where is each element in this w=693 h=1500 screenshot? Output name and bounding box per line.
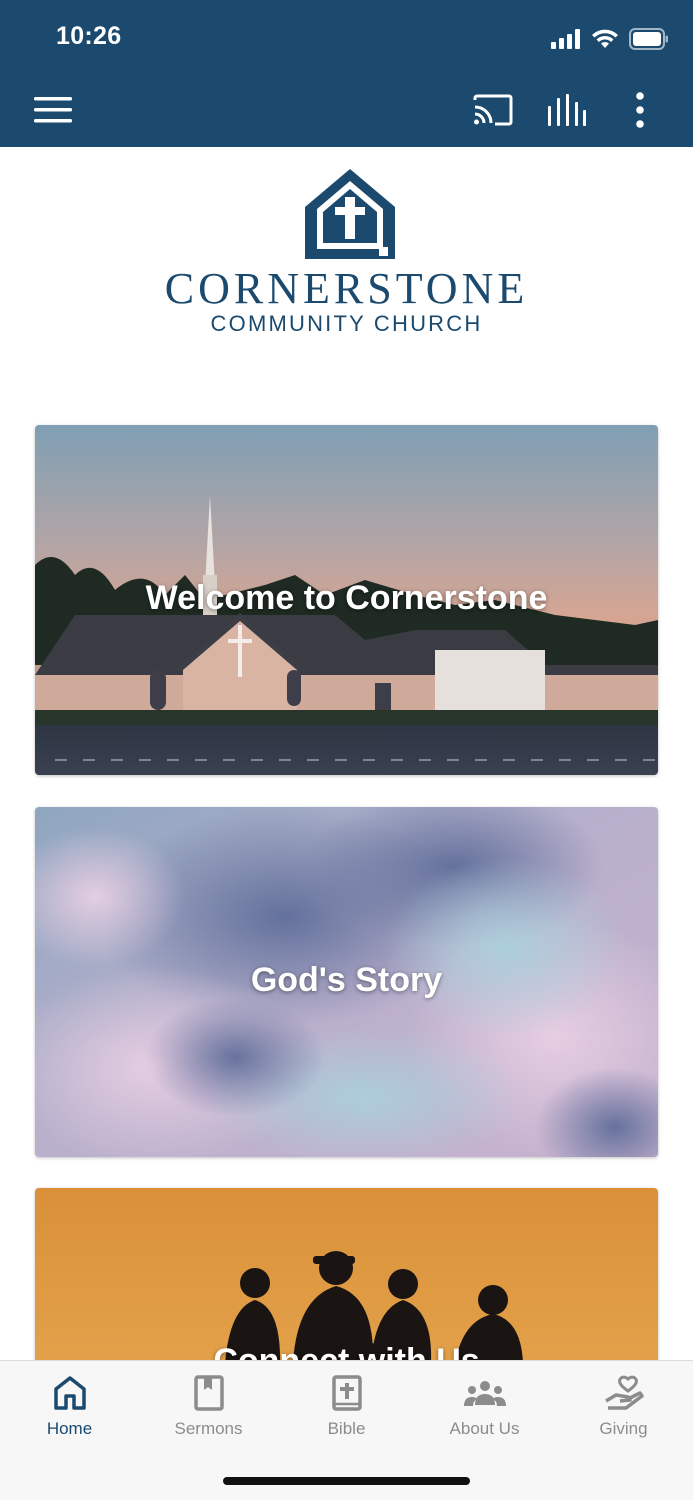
nav-label: Bible — [327, 1419, 366, 1438]
more-vert-icon — [636, 92, 644, 128]
logo-subtitle: COMMUNITY CHURCH — [210, 311, 483, 336]
card-title: Welcome to Cornerstone — [145, 579, 548, 617]
home-icon — [53, 1376, 86, 1410]
cast-button[interactable] — [465, 82, 521, 138]
audio-button[interactable] — [538, 82, 594, 138]
logo-title: CORNERSTONE — [164, 264, 529, 313]
status-time: 10:26 — [56, 22, 122, 50]
app-header: 10:26 — [0, 0, 693, 147]
welcome-card[interactable]: Welcome to Cornerstone — [35, 425, 658, 775]
card-title: God's Story — [250, 961, 443, 999]
house-cross-logo-icon — [305, 169, 395, 259]
nav-giving[interactable]: Giving — [554, 1361, 693, 1461]
signal-icon — [551, 29, 580, 49]
menu-icon — [34, 97, 72, 123]
more-options-button[interactable] — [612, 82, 668, 138]
battery-icon — [629, 28, 668, 50]
nav-label: Giving — [599, 1419, 648, 1438]
menu-button[interactable] — [25, 82, 81, 138]
cast-icon — [473, 94, 513, 126]
gods-story-card[interactable]: God's Story — [35, 807, 658, 1157]
audio-bars-icon — [548, 94, 586, 126]
wifi-icon — [592, 29, 618, 48]
nav-sermons[interactable]: Sermons — [139, 1361, 278, 1461]
book-icon — [193, 1375, 224, 1411]
status-icons — [551, 26, 669, 52]
bible-icon — [331, 1375, 362, 1411]
church-logo: CORNERSTONE COMMUNITY CHURCH — [0, 147, 693, 377]
nav-bible[interactable]: Bible — [277, 1361, 416, 1461]
nav-about-us[interactable]: About Us — [415, 1361, 554, 1461]
giving-hand-icon — [604, 1375, 644, 1410]
nav-label: Sermons — [174, 1419, 243, 1438]
nav-label: Home — [46, 1419, 93, 1438]
home-indicator — [223, 1477, 470, 1485]
nav-home[interactable]: Home — [0, 1361, 139, 1461]
people-icon — [463, 1381, 506, 1406]
nav-label: About Us — [449, 1419, 520, 1438]
